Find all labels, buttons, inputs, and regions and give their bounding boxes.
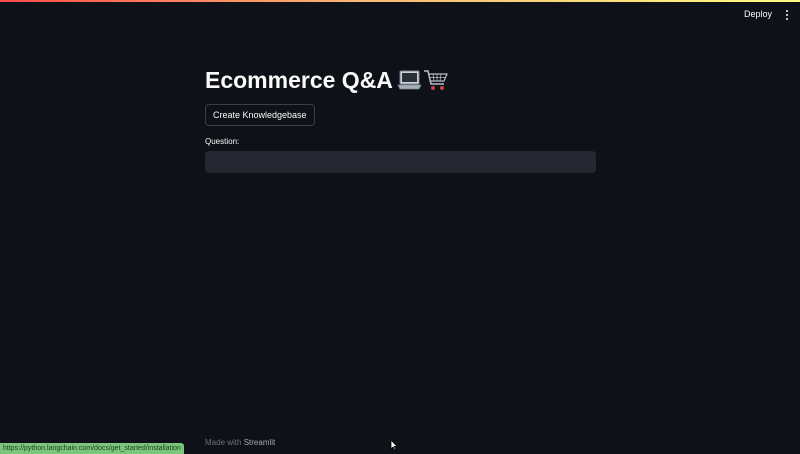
question-label: Question: — [205, 137, 240, 146]
page-title-text: Ecommerce Q&A — [205, 67, 393, 93]
laptop-icon — [397, 70, 422, 90]
link-status-bar: https://python.langchain.com/docs/get_st… — [0, 443, 184, 454]
question-input[interactable] — [205, 151, 596, 173]
footer-made-with: Made with — [205, 438, 242, 447]
page-title: Ecommerce Q&A — [205, 66, 596, 94]
main-content: Ecommerce Q&A Create Knowledgebase Quest… — [205, 66, 596, 173]
app-header: Deploy — [0, 2, 800, 28]
kebab-menu-icon[interactable] — [782, 7, 792, 23]
mouse-cursor-icon — [390, 439, 398, 451]
create-knowledgebase-button[interactable]: Create Knowledgebase — [205, 104, 315, 126]
deploy-button[interactable]: Deploy — [744, 9, 772, 19]
title-emoji — [397, 68, 449, 92]
shopping-cart-icon — [423, 70, 448, 90]
footer: Made with Streamlit — [205, 438, 275, 447]
footer-streamlit-link[interactable]: Streamlit — [244, 438, 276, 447]
